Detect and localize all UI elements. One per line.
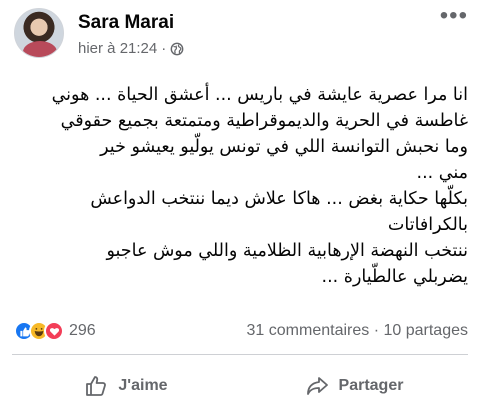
post-line: مني ...	[416, 163, 469, 183]
thumbs-up-icon	[86, 376, 107, 396]
more-options-icon[interactable]: •••	[440, 4, 468, 28]
comments-count-link[interactable]: 31 commentaires	[247, 322, 370, 339]
post-meta: hier à 21:24 ·	[78, 40, 184, 57]
post-line: غاطسة في الحرية والديموقراطية ومتمتعة بج…	[60, 111, 468, 131]
post-actions: J'aime Partager	[12, 362, 468, 410]
stats-separator: ·	[373, 322, 380, 339]
post-stats: 296 31 commentaires · 10 partages	[14, 318, 468, 344]
meta-separator: ·	[161, 40, 167, 57]
post-timestamp[interactable]: hier à 21:24	[78, 40, 157, 57]
post-line: ننتخب النهضة الإرهابية الظلامية واللي مو…	[106, 241, 468, 261]
post-line: بكلّها حكاية بغض ... هاكا علاش ديما ننتخ…	[90, 189, 468, 209]
share-arrow-icon	[306, 377, 328, 395]
post-line: يضربلي عالطّيارة ...	[321, 267, 468, 287]
post-line: بالكرافاتات	[387, 215, 468, 235]
reaction-count: 296	[69, 322, 96, 339]
globe-icon	[170, 42, 184, 55]
post-line: انا مرا عصرية عايشة في باريس ... أعشق ال…	[51, 85, 468, 105]
reactions-summary[interactable]: 296	[14, 321, 96, 341]
like-button-label: J'aime	[118, 377, 168, 394]
author-name[interactable]: Sara Marai	[78, 12, 174, 34]
share-button-label: Partager	[338, 377, 404, 394]
like-button[interactable]: J'aime	[12, 362, 240, 410]
engagement-summary: 31 commentaires · 10 partages	[247, 322, 468, 340]
action-divider	[12, 354, 468, 355]
love-icon	[44, 321, 64, 341]
post-line: وما نحبش التوانسة اللي في تونس يولّيو يع…	[100, 137, 468, 157]
share-button[interactable]: Partager	[240, 362, 468, 410]
post-header: Sara Marai hier à 21:24 · •••	[12, 4, 468, 64]
post-body: انا مرا عصرية عايشة في باريس ... أعشق ال…	[14, 82, 468, 290]
avatar[interactable]	[14, 8, 64, 58]
shares-count-link[interactable]: 10 partages	[383, 322, 468, 339]
